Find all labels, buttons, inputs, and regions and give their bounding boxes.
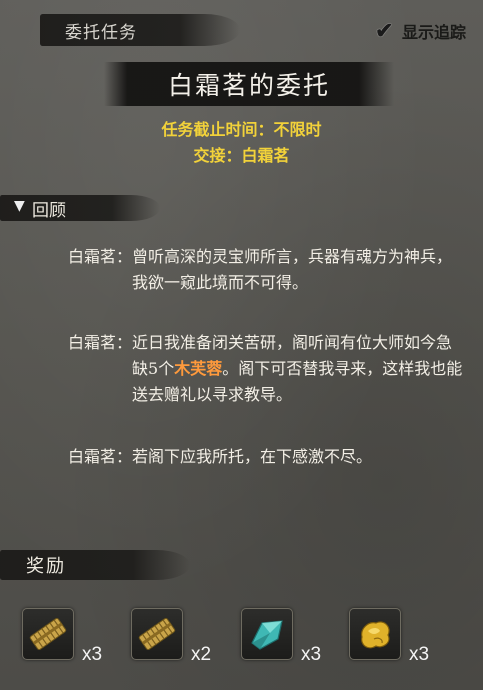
show-tracking-toggle[interactable]: ✔ 显示追踪 xyxy=(375,16,483,46)
bamboo-scroll-icon xyxy=(138,617,176,651)
bamboo-scroll-icon xyxy=(29,617,67,651)
reward-qty-4: x3 xyxy=(409,644,430,665)
quest-deadline: 任务截止时间：不限时 xyxy=(161,120,322,139)
review-section-header[interactable]: ▼ 回顾 xyxy=(0,195,160,221)
quest-tab[interactable]: 委托任务 xyxy=(40,14,240,46)
reward-slot-2[interactable] xyxy=(131,608,183,660)
dialogue-text: 若阁下应我所托，在下感激不尽。 xyxy=(132,447,373,466)
reward-slot-3[interactable] xyxy=(241,608,293,660)
dialogue-speaker: 白霜茗： xyxy=(68,447,133,466)
dialogue-speaker: 白霜茗： xyxy=(68,333,133,352)
dialogue-text: 近日我准备闭关苦研，阁听闻有位大师如今急缺5个木芙蓉。阁下可否替我寻来，这样我也… xyxy=(132,330,463,408)
reward-qty-2: x2 xyxy=(191,644,212,665)
quest-title-banner: 白霜茗的委托 xyxy=(104,62,394,106)
cyan-crystal-icon xyxy=(251,620,283,650)
track-label: 显示追踪 xyxy=(402,23,467,42)
checkmark-icon[interactable]: ✔ xyxy=(375,20,397,42)
review-label: 回顾 xyxy=(32,201,66,221)
reward-qty-1: x3 xyxy=(82,644,103,665)
quest-item-highlight: 木芙蓉 xyxy=(174,359,223,378)
quest-title: 白霜茗的委托 xyxy=(167,71,330,100)
dialogue-text: 曾听高深的灵宝师所言，兵器有魂方为神兵，我欲一窥此境而不可得。 xyxy=(132,247,453,292)
reward-qty-3: x3 xyxy=(301,644,322,665)
dialogue-line: 白霜茗： 近日我准备闭关苦研，阁听闻有位大师如今急缺5个木芙蓉。阁下可否替我寻来… xyxy=(68,330,463,408)
quest-giver: 交接：白霜茗 xyxy=(193,146,290,165)
dialogue-line: 白霜茗： 曾听高深的灵宝师所言，兵器有魂方为神兵，我欲一窥此境而不可得。 xyxy=(68,244,463,296)
dialogue-speaker: 白霜茗： xyxy=(68,247,133,266)
tab-label: 委托任务 xyxy=(65,23,137,43)
reward-slot-1[interactable] xyxy=(22,608,74,660)
dialogue-line: 白霜茗： 若阁下应我所托，在下感激不尽。 xyxy=(68,444,463,470)
reward-slot-4[interactable] xyxy=(349,608,401,660)
rewards-section-header: 奖励 xyxy=(0,550,190,580)
gold-ore-icon xyxy=(361,621,390,649)
chevron-down-icon: ▼ xyxy=(14,198,25,214)
rewards-label: 奖励 xyxy=(26,556,66,577)
